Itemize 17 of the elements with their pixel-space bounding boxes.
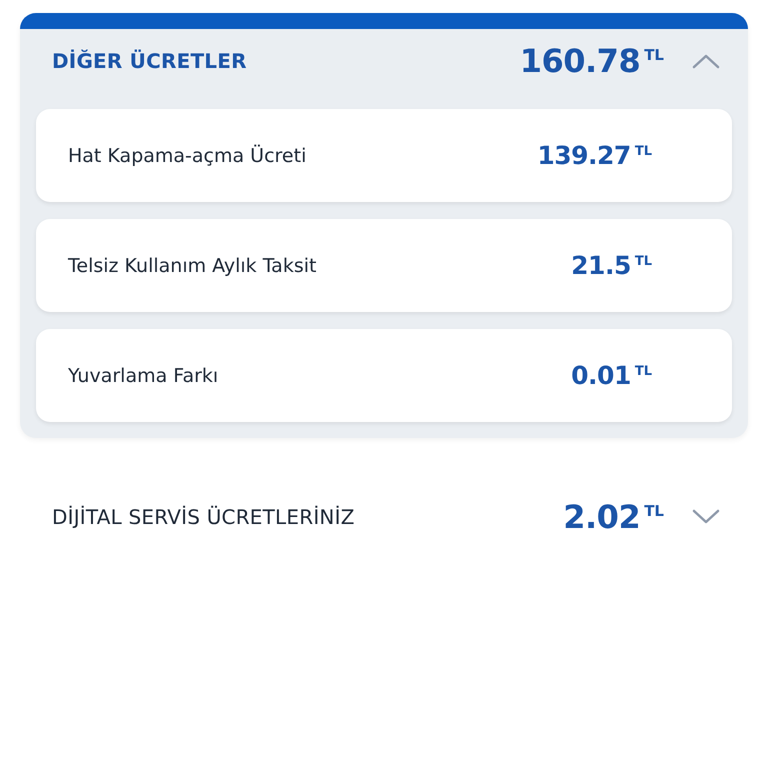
fee-label: Hat Kapama-açma Ücreti [68,144,308,166]
chevron-down-icon [692,509,720,525]
currency-label: TL [634,144,652,159]
currency-label: TL [634,254,652,269]
fee-label: Yuvarlama Farkı [68,364,220,386]
section-amount: 2.02 [563,498,640,536]
currency-label: TL [634,364,652,379]
section-title: DİĞER ÜCRETLER [52,49,248,73]
fee-amount: 21.5 [571,251,631,280]
fee-amount: 0.01 [571,361,631,390]
fee-label: Telsiz Kullanım Aylık Taksit [68,254,318,276]
currency-label: TL [644,502,664,520]
currency-label: TL [644,46,664,64]
section-amount: 160.78 [520,42,640,80]
fee-amount: 139.27 [537,141,631,170]
section-title: DİJİTAL SERVİS ÜCRETLERİNİZ [52,505,356,529]
chevron-up-icon [692,53,720,69]
